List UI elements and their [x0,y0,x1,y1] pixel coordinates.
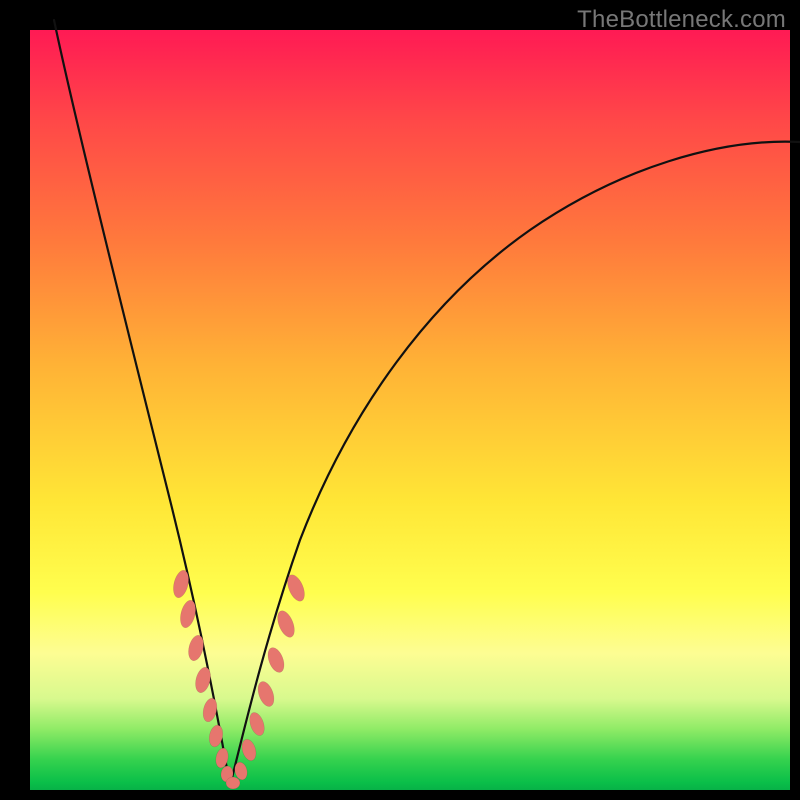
bead [193,666,213,695]
bead [226,777,240,789]
bead [186,634,206,663]
bead [240,738,259,763]
bead [255,679,277,708]
bead-cluster [171,569,308,789]
curve-right-branch [230,142,800,786]
v-curve [54,20,800,786]
bead [201,697,219,723]
plot-area [30,30,790,790]
bead [265,645,287,674]
bead [247,711,267,738]
watermark-text: TheBottleneck.com [577,6,786,34]
bead [274,608,297,639]
chart-frame: TheBottleneck.com [0,0,800,800]
curve-svg [30,30,790,790]
